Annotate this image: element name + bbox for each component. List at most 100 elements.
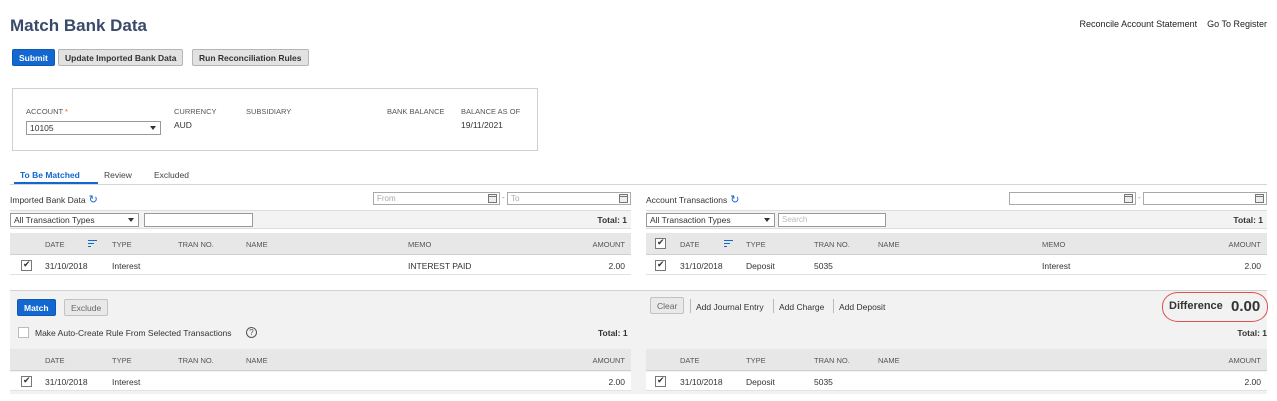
table-row[interactable]: 31/10/2018 Interest INTEREST PAID 2.00 (10, 256, 631, 275)
row-checkbox[interactable] (21, 375, 32, 387)
column-header-amount[interactable]: AMOUNT (593, 240, 626, 249)
account-tx-from-date-input[interactable] (1009, 192, 1136, 205)
column-header-amount: AMOUNT (592, 356, 626, 365)
sort-icon[interactable] (724, 240, 733, 248)
column-header-tran-no[interactable]: TRAN NO. (178, 240, 214, 249)
selected-imported-table-header: DATE TYPE TRAN NO. NAME AMOUNT (10, 349, 631, 371)
tab-to-be-matched[interactable]: To Be Matched (20, 170, 80, 180)
active-tab-indicator (14, 182, 98, 184)
tab-divider (10, 184, 1267, 185)
row-checkbox[interactable] (655, 375, 666, 387)
account-summary-panel: ACCOUNT * 10105 CURRENCY AUD SUBSIDIARY … (12, 88, 538, 151)
tab-review[interactable]: Review (104, 170, 132, 180)
top-links: Reconcile Account Statement Go To Regist… (1080, 19, 1267, 29)
column-header-amount: AMOUNT (1228, 356, 1262, 365)
separator (773, 299, 774, 313)
column-header-type: TYPE (746, 356, 766, 365)
subsidiary-label: SUBSIDIARY (246, 107, 292, 116)
currency-value: AUD (174, 120, 192, 130)
cell-memo: INTEREST PAID (408, 261, 472, 271)
refresh-icon[interactable]: ↻ (730, 194, 739, 206)
page-title: Match Bank Data (10, 16, 147, 35)
cell-tran-no: 5035 (814, 261, 833, 271)
tab-excluded[interactable]: Excluded (154, 170, 189, 180)
column-header-tran-no[interactable]: TRAN NO. (814, 240, 850, 249)
calendar-icon[interactable] (488, 194, 497, 203)
cell-date: 31/10/2018 (680, 377, 723, 387)
account-tx-type-filter[interactable]: All Transaction Types (646, 213, 775, 227)
account-select[interactable]: 10105 (26, 121, 161, 135)
required-mark: * (65, 107, 68, 116)
cell-amount: 2.00 (608, 377, 625, 387)
calendar-icon[interactable] (619, 194, 628, 203)
column-header-name: NAME (878, 356, 900, 365)
update-imported-bank-data-button[interactable]: Update Imported Bank Data (58, 49, 184, 66)
date-range-dash: - (502, 193, 505, 202)
column-header-memo[interactable]: MEMO (1042, 240, 1065, 249)
column-header-name[interactable]: NAME (878, 240, 900, 249)
chevron-down-icon (764, 218, 770, 222)
column-header-type[interactable]: TYPE (746, 240, 766, 249)
select-all-checkbox[interactable] (655, 237, 666, 249)
row-checkbox[interactable] (21, 259, 32, 271)
run-reconciliation-rules-button[interactable]: Run Reconciliation Rules (192, 49, 309, 66)
column-header-memo[interactable]: MEMO (408, 240, 431, 249)
table-row[interactable]: 31/10/2018 Interest 2.00 (10, 372, 631, 391)
column-header-name: NAME (246, 356, 268, 365)
separator (690, 299, 691, 313)
imported-to-date-input[interactable]: To (507, 192, 631, 205)
column-header-tran-no: TRAN NO. (814, 356, 850, 365)
help-icon[interactable]: ? (246, 327, 257, 338)
match-button[interactable]: Match (17, 299, 56, 316)
column-header-name[interactable]: NAME (246, 240, 268, 249)
calendar-icon[interactable] (1124, 194, 1133, 203)
submit-button[interactable]: Submit (12, 49, 55, 66)
account-select-value: 10105 (30, 123, 54, 133)
match-right-total: Total: 1 (1237, 328, 1267, 338)
difference-label: Difference (1169, 300, 1223, 312)
selected-account-tx-table-header: DATE TYPE TRAN NO. NAME AMOUNT (646, 349, 1267, 371)
table-row[interactable]: 31/10/2018 Deposit 5035 Interest 2.00 (646, 256, 1267, 275)
refresh-icon[interactable]: ↻ (89, 194, 98, 206)
go-to-register-link[interactable]: Go To Register (1207, 19, 1267, 29)
table-row[interactable]: 31/10/2018 Deposit 5035 2.00 (646, 372, 1267, 391)
cell-date: 31/10/2018 (45, 261, 88, 271)
account-tx-search-input[interactable]: Search (778, 213, 886, 227)
cell-type: Interest (112, 261, 141, 271)
column-header-tran-no: TRAN NO. (178, 356, 214, 365)
imported-from-date-input[interactable]: From (373, 192, 500, 205)
bank-balance-label: BANK BALANCE (387, 107, 445, 116)
account-tx-to-date-input[interactable] (1143, 192, 1267, 205)
balance-as-of-value: 19/11/2021 (461, 120, 503, 130)
column-header-type: TYPE (112, 356, 132, 365)
imported-table-header: DATE TYPE TRAN NO. NAME MEMO AMOUNT (10, 233, 631, 255)
separator (833, 299, 834, 313)
reconcile-account-statement-link[interactable]: Reconcile Account Statement (1080, 19, 1198, 29)
account-tx-filter-bar: All Transaction Types Search Total: 1 (646, 210, 1267, 229)
imported-search-input[interactable] (144, 213, 253, 227)
add-deposit-link[interactable]: Add Deposit (839, 302, 885, 312)
imported-type-filter[interactable]: All Transaction Types (10, 213, 139, 227)
clear-button[interactable]: Clear (650, 297, 685, 314)
sort-icon[interactable] (88, 240, 97, 248)
account-transactions-title: Account Transactions ↻ (646, 194, 740, 206)
column-header-amount[interactable]: AMOUNT (1229, 240, 1262, 249)
add-journal-entry-link[interactable]: Add Journal Entry (696, 302, 764, 312)
difference-value: 0.00 (1231, 298, 1261, 315)
cell-amount: 2.00 (1244, 377, 1261, 387)
date-range-dash: - (1138, 193, 1141, 202)
account-tx-total: Total: 1 (1233, 215, 1263, 225)
exclude-button[interactable]: Exclude (64, 299, 109, 316)
calendar-icon[interactable] (1255, 194, 1264, 203)
column-header-date[interactable]: DATE (45, 240, 64, 249)
add-charge-link[interactable]: Add Charge (779, 302, 824, 312)
cell-amount: 2.00 (608, 261, 625, 271)
column-header-date[interactable]: DATE (680, 240, 699, 249)
column-header-type[interactable]: TYPE (112, 240, 132, 249)
difference-indicator: Difference 0.00 (1162, 292, 1268, 322)
column-header-date: DATE (45, 356, 65, 365)
auto-create-rule-checkbox[interactable] (18, 327, 29, 338)
auto-create-rule-label: Make Auto-Create Rule From Selected Tran… (35, 328, 232, 338)
row-checkbox[interactable] (655, 259, 666, 271)
account-tx-table-header: DATE TYPE TRAN NO. NAME MEMO AMOUNT (646, 233, 1267, 255)
